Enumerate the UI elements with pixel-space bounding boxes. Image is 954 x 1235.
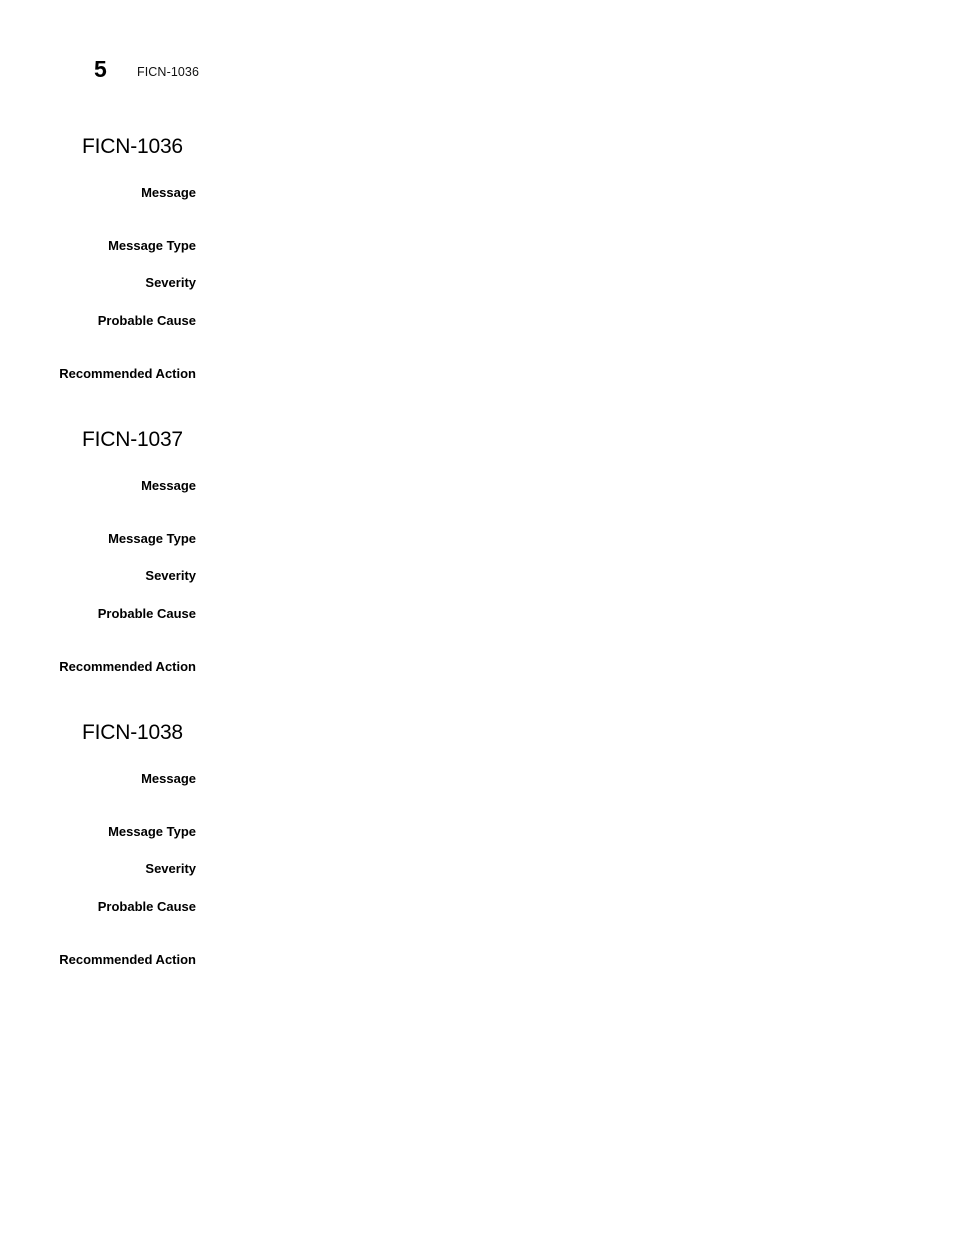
- section-heading: FICN-1037: [82, 428, 183, 451]
- field-label: Recommended Action: [59, 659, 196, 674]
- field-label: Message: [141, 771, 196, 786]
- page-number: 5: [94, 56, 107, 82]
- field-label: Message Type: [108, 824, 196, 839]
- field-label: Severity: [145, 275, 196, 290]
- running-header-chapter-title: FICN-1036: [137, 65, 200, 79]
- section-heading: FICN-1038: [82, 721, 183, 744]
- field-label: Severity: [145, 861, 196, 876]
- field-label: Probable Cause: [97, 606, 196, 621]
- field-label: Recommended Action: [59, 952, 196, 967]
- field-label: Message: [141, 478, 196, 493]
- document-page: 5 FICN-1036 FICN-1036 Message Message Type…: [0, 0, 954, 1235]
- running-header: 5 FICN-1036: [0, 56, 954, 90]
- field-label: Severity: [145, 568, 196, 583]
- field-label: Probable Cause: [97, 313, 196, 328]
- field-label: Probable Cause: [97, 899, 196, 914]
- section-heading: FICN-1036: [82, 135, 183, 158]
- field-label: Message Type: [108, 238, 196, 253]
- field-label: Message: [141, 185, 196, 200]
- field-label: Message Type: [108, 531, 196, 546]
- field-label: Recommended Action: [59, 366, 196, 381]
